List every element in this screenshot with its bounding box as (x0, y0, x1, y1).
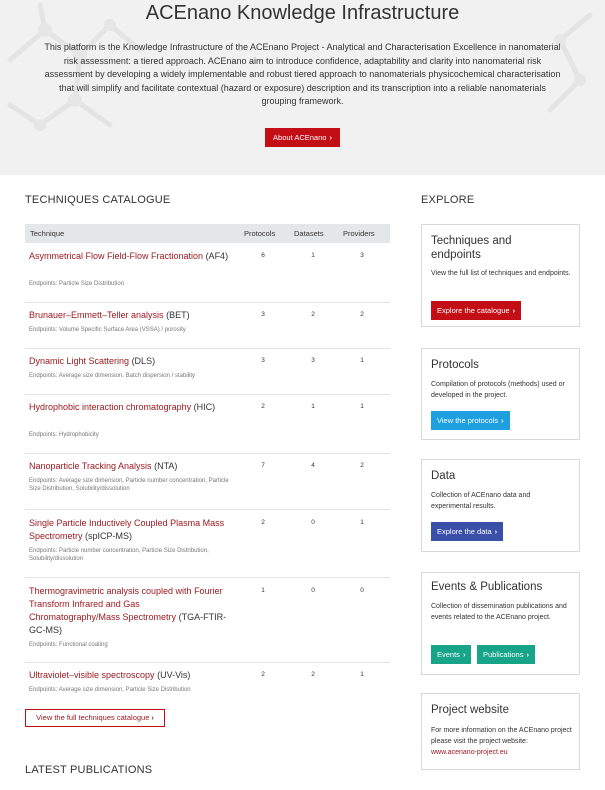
button-label: Explore the catalogue (437, 306, 510, 315)
technique-link[interactable]: Ultraviolet–visible spectroscopy (UV-Vis… (29, 669, 269, 682)
view-protocols-button[interactable]: View the protocols › (431, 411, 510, 430)
table-row: Ultraviolet–visible spectroscopy (UV-Vis… (25, 663, 390, 703)
button-label: Explore the data (437, 527, 492, 536)
technique-link[interactable]: Nanoparticle Tracking Analysis (NTA) (29, 460, 269, 473)
card-description: Compilation of protocols (methods) used … (431, 381, 565, 399)
column-header-providers: Providers (343, 229, 375, 238)
table-row: Single Particle Inductively Coupled Plas… (25, 510, 390, 578)
providers-count: 2 (360, 311, 364, 318)
datasets-count: 1 (311, 403, 315, 410)
protocols-count: 2 (261, 519, 265, 526)
technique-link[interactable]: Brunauer–Emmett–Teller analysis (BET) (29, 309, 269, 322)
chevron-right-icon: › (462, 650, 466, 659)
protocols-card: Protocols Compilation of protocols (meth… (421, 348, 580, 440)
table-row: Thermogravimetric analysis coupled with … (25, 578, 390, 663)
column-header-datasets: Datasets (294, 229, 324, 238)
datasets-count: 1 (311, 252, 315, 259)
button-label: View the protocols (437, 416, 499, 425)
button-label: Publications (483, 650, 524, 659)
technique-endpoints: Endpoints: Average size dimension, Batch… (29, 373, 195, 379)
about-acenano-button[interactable]: About ACEnano › (265, 128, 340, 147)
protocols-count: 3 (261, 357, 265, 364)
datasets-count: 3 (311, 357, 315, 364)
card-title: Data (431, 470, 456, 482)
project-website-card: Project website For more information on … (421, 693, 580, 770)
technique-endpoints: Endpoints: Hydrophobicity (29, 432, 99, 438)
button-label: View the full techniques catalogue (36, 713, 150, 722)
chevron-right-icon: › (526, 650, 529, 659)
chevron-right-icon: › (329, 133, 332, 142)
providers-count: 1 (360, 403, 364, 410)
table-header: Technique Protocols Datasets Providers (25, 224, 390, 243)
providers-count: 3 (360, 252, 364, 259)
techniques-catalogue-heading: TECHNIQUES CATALOGUE (25, 194, 171, 206)
techniques-endpoints-card: Techniques and endpoints View the full l… (421, 224, 580, 327)
project-website-link[interactable]: www.acenano-project.eu (431, 749, 508, 756)
technique-link[interactable]: Asymmetrical Flow Field-Flow Fractionati… (29, 250, 229, 263)
card-description: View the full list of techniques and end… (431, 270, 571, 277)
technique-endpoints: Endpoints: Average size dimension, Parti… (29, 478, 229, 492)
protocols-count: 1 (261, 587, 265, 594)
providers-count: 2 (360, 462, 364, 469)
techniques-table: Technique Protocols Datasets Providers A… (25, 224, 390, 703)
technique-link[interactable]: Thermogravimetric analysis coupled with … (29, 585, 229, 637)
technique-link[interactable]: Hydrophobic interaction chromatography (… (29, 401, 229, 414)
table-row: Asymmetrical Flow Field-Flow Fractionati… (25, 243, 390, 303)
explore-heading: EXPLORE (421, 194, 475, 206)
protocols-count: 7 (261, 462, 265, 469)
column-header-technique: Technique (30, 229, 65, 238)
explore-data-button[interactable]: Explore the data › (431, 522, 504, 541)
button-label: About ACEnano (273, 133, 327, 142)
chevron-right-icon: › (512, 306, 516, 315)
publications-button[interactable]: Publications › (477, 645, 535, 664)
data-card: Data Collection of ACEnano data and expe… (421, 459, 580, 552)
datasets-count: 4 (311, 462, 315, 469)
technique-endpoints: Endpoints: Particle Size Distribution (29, 281, 125, 287)
protocols-count: 3 (261, 311, 265, 318)
chevron-right-icon: › (501, 416, 504, 425)
table-row: Brunauer–Emmett–Teller analysis (BET) En… (25, 303, 390, 349)
view-full-catalogue-button[interactable]: View the full techniques catalogue › (25, 709, 165, 727)
table-row: Hydrophobic interaction chromatography (… (25, 395, 390, 454)
card-description: For more information on the ACEnano proj… (431, 727, 572, 756)
providers-count: 1 (360, 357, 364, 364)
column-header-protocols: Protocols (244, 229, 276, 238)
datasets-count: 0 (311, 587, 315, 594)
card-description: Collection of ACEnano data and experimen… (431, 492, 531, 510)
hero-description: This platform is the Knowledge Infrastru… (44, 42, 561, 106)
latest-publications-heading: LATEST PUBLICATIONS (25, 764, 153, 776)
page-title: ACEnano Knowledge Infrastructure (145, 2, 460, 24)
card-description: Collection of dissemination publications… (431, 603, 567, 621)
providers-count: 0 (360, 587, 364, 594)
protocols-count: 2 (261, 403, 265, 410)
datasets-count: 2 (311, 671, 315, 678)
datasets-count: 2 (311, 311, 315, 318)
button-label: Events (437, 650, 460, 659)
providers-count: 1 (360, 519, 364, 526)
card-title: Protocols (431, 359, 479, 371)
protocols-count: 6 (261, 252, 265, 259)
hero-banner: ACEnano Knowledge Infrastructure This pl… (0, 0, 605, 175)
card-title: Techniques and endpoints (431, 235, 512, 261)
table-row: Nanoparticle Tracking Analysis (NTA) End… (25, 454, 390, 510)
chevron-right-icon: › (151, 713, 154, 722)
chevron-right-icon: › (494, 527, 498, 536)
card-title: Project website (431, 704, 509, 716)
providers-count: 1 (360, 671, 364, 678)
explore-catalogue-button[interactable]: Explore the catalogue › (431, 301, 522, 320)
table-row: Dynamic Light Scattering (DLS) Endpoints… (25, 349, 390, 395)
protocols-count: 2 (261, 671, 265, 678)
events-button[interactable]: Events › (431, 645, 472, 664)
card-title: Events & Publications (431, 581, 543, 593)
technique-link[interactable]: Dynamic Light Scattering (DLS) (29, 355, 229, 368)
technique-endpoints: Endpoints: Volume Specific Surface Area … (29, 327, 186, 333)
technique-endpoints: Endpoints: Functional coating (29, 642, 108, 648)
datasets-count: 0 (311, 519, 315, 526)
technique-endpoints: Endpoints: Average size dimension, Parti… (29, 687, 191, 693)
technique-endpoints: Endpoints: Particle number concentration… (29, 548, 209, 562)
technique-link[interactable]: Single Particle Inductively Coupled Plas… (29, 517, 229, 543)
events-publications-card: Events & Publications Collection of diss… (421, 572, 580, 675)
